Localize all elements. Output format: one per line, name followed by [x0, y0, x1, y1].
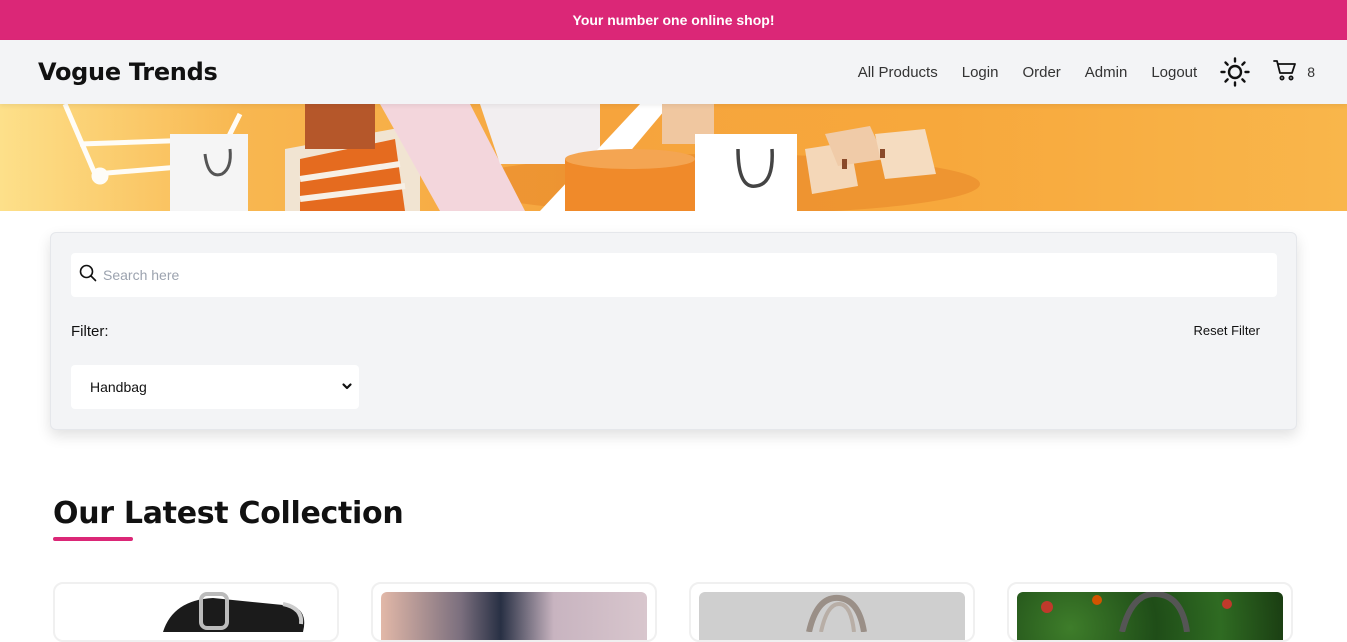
product-image — [1017, 592, 1283, 640]
product-card[interactable] — [1007, 582, 1293, 642]
title-underline — [53, 537, 133, 541]
nav-all-products[interactable]: All Products — [858, 64, 938, 81]
nav-login[interactable]: Login — [962, 64, 999, 81]
product-card[interactable] — [53, 582, 339, 642]
nav-admin[interactable]: Admin — [1085, 64, 1128, 81]
cart-icon — [1273, 59, 1297, 86]
brand-logo[interactable]: Vogue Trends — [38, 58, 218, 86]
filter-panel: Filter: Reset Filter Handbag — [50, 232, 1297, 430]
reset-filter-button[interactable]: Reset Filter — [1194, 323, 1260, 338]
product-image — [63, 592, 329, 640]
nav-links: All Products Login Order Admin Logout 8 — [858, 56, 1315, 88]
cart-count: 8 — [1307, 64, 1315, 80]
search-bar[interactable] — [71, 253, 1277, 297]
product-image — [699, 592, 965, 640]
promo-text: Your number one online shop! — [572, 12, 775, 28]
search-icon — [79, 264, 97, 287]
filter-label: Filter: — [71, 323, 109, 340]
hero-banner — [0, 104, 1347, 211]
product-card[interactable] — [371, 582, 657, 642]
nav-order[interactable]: Order — [1022, 64, 1060, 81]
product-image — [381, 592, 647, 640]
nav-logout[interactable]: Logout — [1151, 64, 1197, 81]
category-select-value: Handbag — [90, 379, 147, 395]
category-select[interactable]: Handbag — [71, 365, 359, 409]
navbar: Vogue Trends All Products Login Order Ad… — [0, 40, 1347, 104]
search-input[interactable] — [103, 267, 1203, 283]
product-card[interactable] — [689, 582, 975, 642]
chevron-down-icon — [341, 379, 353, 395]
promo-banner: Your number one online shop! — [0, 0, 1347, 40]
hero-illustration — [62, 104, 980, 211]
sun-icon[interactable] — [1219, 56, 1251, 88]
cart-button[interactable]: 8 — [1273, 59, 1315, 86]
collection-title: Our Latest Collection — [53, 496, 404, 531]
